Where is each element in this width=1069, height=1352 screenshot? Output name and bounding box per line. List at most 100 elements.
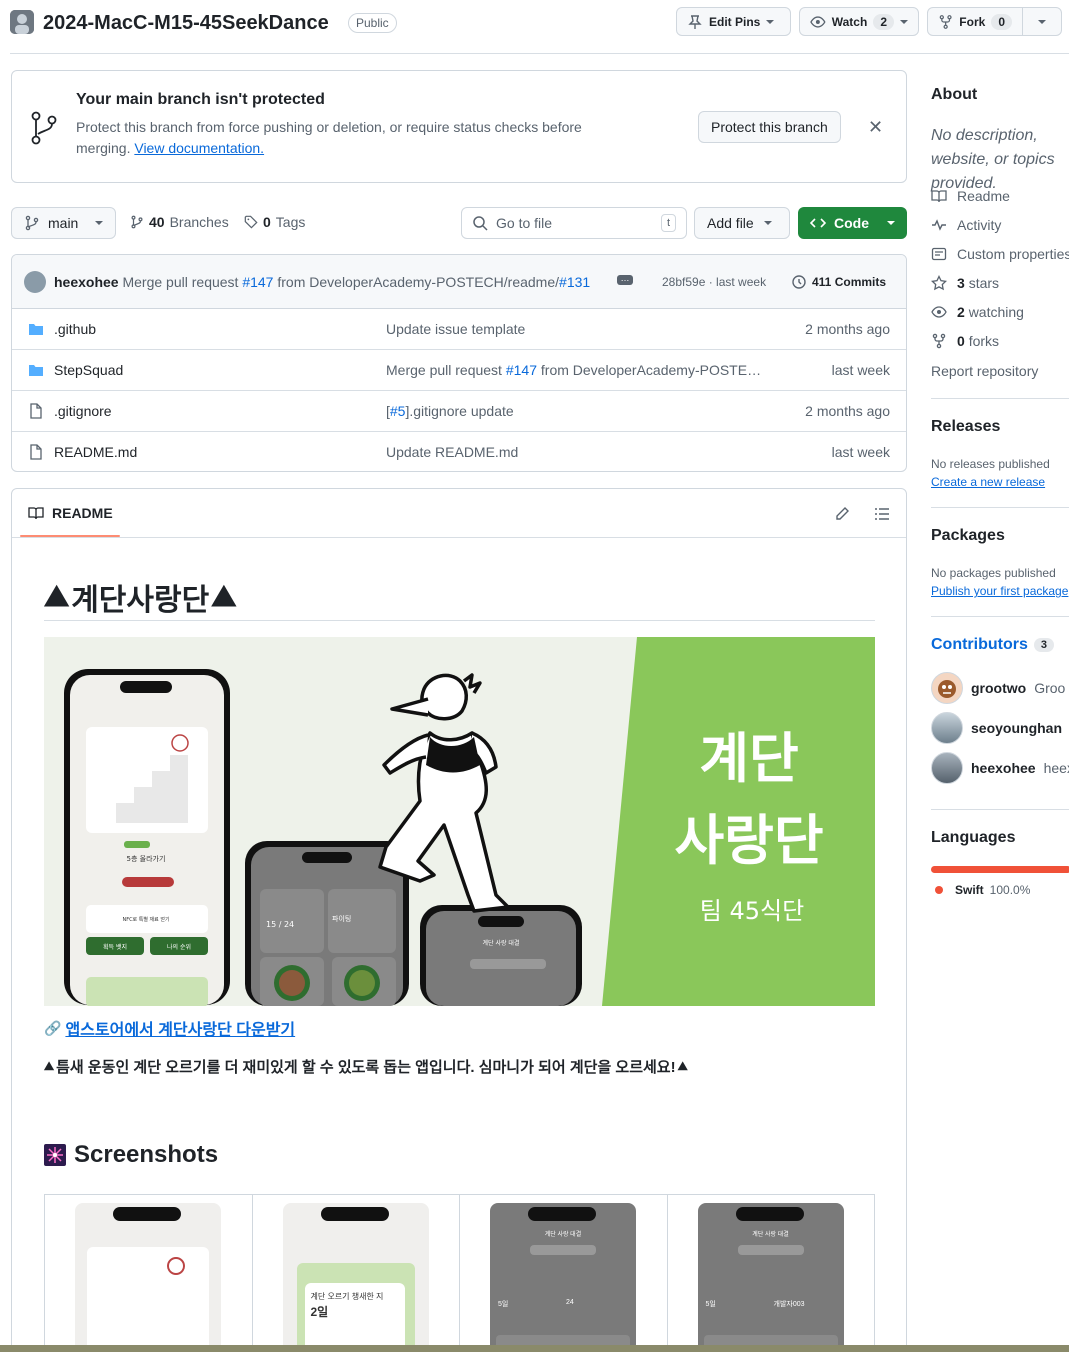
commit-msg-mid[interactable]: from DeveloperAcademy-POSTECH/readme/ <box>277 274 559 290</box>
file-row[interactable]: .github Update issue template 2 months a… <box>12 309 906 350</box>
contributor-login[interactable]: heexohee <box>971 760 1036 776</box>
watch-label: Watch <box>831 14 868 29</box>
star-icon <box>931 275 947 291</box>
go-to-file-input[interactable]: Go to file t <box>461 207 687 239</box>
avatar[interactable] <box>24 271 46 293</box>
screenshot-image[interactable]: 계단 오르기 챙새한 지 2일 <box>282 1203 429 1352</box>
protect-branch-button[interactable]: Protect this branch <box>698 111 841 143</box>
branch-select-button[interactable]: main <box>11 207 116 239</box>
create-release-link[interactable]: Create a new release <box>931 475 1045 489</box>
readme-link-label: Readme <box>957 188 1010 204</box>
app-store-link[interactable]: 🔗 앱스토어에서 계단사랑단 다운받기 <box>44 1016 295 1040</box>
contributor-login[interactable]: seoyounghan <box>971 720 1062 736</box>
file-name[interactable]: StepSquad <box>54 362 123 378</box>
tags-link[interactable]: 0 Tags <box>244 214 305 230</box>
tag-icon <box>244 215 258 229</box>
close-icon[interactable]: ✕ <box>868 117 883 138</box>
pencil-icon[interactable] <box>834 506 850 522</box>
issue-link[interactable]: #5 <box>390 403 406 419</box>
screenshot-image[interactable] <box>75 1203 221 1352</box>
fork-count: 0 <box>991 13 1012 30</box>
file-row[interactable]: StepSquad Merge pull request #147 from D… <box>12 350 906 391</box>
file-date: 2 months ago <box>805 403 890 419</box>
commits-link[interactable]: 411 Commits <box>791 274 886 290</box>
edit-pins-button[interactable]: Edit Pins <box>676 7 791 36</box>
readme-link[interactable]: Readme <box>931 188 1010 204</box>
branches-count: 40 <box>149 214 165 230</box>
pr-link[interactable]: #147 <box>506 362 537 378</box>
commit-msg-prefix[interactable]: Merge pull request <box>122 274 238 290</box>
contributor-item[interactable]: seoyounghan s <box>931 712 1069 744</box>
repo-owner-avatar[interactable] <box>10 10 34 34</box>
tab-underline <box>20 535 120 537</box>
code-button[interactable]: Code <box>798 207 907 239</box>
branches-link[interactable]: 40 Branches <box>130 214 229 230</box>
expand-commit-icon[interactable]: … <box>617 274 633 285</box>
contributor-item[interactable]: heexohee heex <box>931 752 1069 784</box>
readme-description-text: 틈새 운동인 계단 오르기를 더 재미있게 할 수 있도록 돕는 앱입니다. 심… <box>56 1059 676 1076</box>
git-branch-icon <box>25 215 39 231</box>
forks-label: forks <box>968 333 1000 349</box>
fork-button[interactable]: Fork 0 <box>927 7 1023 36</box>
issue-link[interactable]: #131 <box>559 274 590 290</box>
file-name[interactable]: .gitignore <box>54 403 112 419</box>
file-row[interactable]: README.md Update README.md last week <box>12 432 906 471</box>
file-name[interactable]: README.md <box>54 444 137 460</box>
keyboard-shortcut-hint: t <box>660 214 676 232</box>
custom-properties-link[interactable]: Custom properties <box>931 246 1069 262</box>
add-file-button[interactable]: Add file <box>694 207 790 239</box>
avatar[interactable] <box>931 752 963 784</box>
commit-hash[interactable]: 28bf59e · last week <box>662 275 766 289</box>
mountain-icon: ⛰ <box>44 580 70 613</box>
custom-properties-label: Custom properties <box>957 246 1069 262</box>
releases-heading[interactable]: Releases <box>931 418 1000 436</box>
chevron-down-icon <box>763 221 772 225</box>
stars-link[interactable]: 3 stars <box>931 275 999 291</box>
commit-author[interactable]: heexohee <box>54 274 119 290</box>
packages-heading[interactable]: Packages <box>931 527 1005 545</box>
forks-link[interactable]: 0 forks <box>931 333 999 349</box>
edit-pins-label: Edit Pins <box>709 14 761 29</box>
language-bar <box>931 866 1069 873</box>
repo-name[interactable]: 2024-MacC-M15-45SeekDance <box>43 10 329 36</box>
chevron-down-icon <box>95 221 103 225</box>
avatar[interactable] <box>931 672 963 704</box>
file-name[interactable]: .github <box>54 321 96 337</box>
avatar[interactable] <box>931 712 963 744</box>
file-msg-prefix: Merge pull request <box>386 362 502 378</box>
app-store-link-text[interactable]: 앱스토어에서 계단사랑단 다운받기 <box>65 1016 295 1040</box>
git-branch-icon <box>131 215 143 229</box>
app-banner-image: 계단 사랑단 팀 45식단 5층 올라가기 NFC로 특별 재료 얻기 획득 뱃… <box>44 637 875 1006</box>
publish-package-link[interactable]: Publish your first package <box>931 584 1068 598</box>
report-repository-link[interactable]: Report repository <box>931 363 1038 379</box>
contributors-heading[interactable]: Contributors 3 <box>931 636 1054 654</box>
watching-link[interactable]: 2 watching <box>931 304 1024 320</box>
contributors-title[interactable]: Contributors <box>931 636 1028 654</box>
banner-phone-text: 파이팅 <box>332 914 351 923</box>
pr-link[interactable]: #147 <box>242 274 273 290</box>
file-commit-message[interactable]: Merge pull request #147 from DeveloperAc… <box>386 362 761 378</box>
fork-label: Fork <box>959 14 986 29</box>
file-commit-message[interactable]: Update issue template <box>386 321 525 337</box>
contributor-item[interactable]: grootwo Groo <box>931 672 1065 704</box>
contributor-login[interactable]: grootwo <box>971 680 1026 696</box>
folder-icon <box>29 324 43 335</box>
readme-tab[interactable]: README <box>28 505 113 521</box>
view-documentation-link[interactable]: View documentation. <box>134 140 264 156</box>
file-row[interactable]: .gitignore [#5].gitignore update 2 month… <box>12 391 906 432</box>
language-item[interactable]: Swift 100.0% <box>931 883 1030 897</box>
file-commit-message[interactable]: Update README.md <box>386 444 518 460</box>
screenshot-image[interactable]: 계단 사랑 대결 5일 개발자003 <box>697 1203 844 1352</box>
language-name: Swift <box>955 883 984 897</box>
fork-icon <box>939 14 952 29</box>
fork-dropdown-button[interactable] <box>1022 7 1062 36</box>
language-bar-swift <box>931 866 1069 873</box>
watch-button[interactable]: Watch 2 <box>799 7 919 36</box>
chevron-down-icon <box>1038 19 1046 24</box>
screenshot-image[interactable]: 계단 사랑 대결 5일 24 <box>490 1203 636 1352</box>
file-commit-message[interactable]: [#5].gitignore update <box>386 403 514 419</box>
list-icon[interactable] <box>874 506 890 522</box>
file-date: 2 months ago <box>805 321 890 337</box>
activity-link[interactable]: Activity <box>931 217 1001 233</box>
file-table: heexohee Merge pull request #147 from De… <box>11 254 907 472</box>
